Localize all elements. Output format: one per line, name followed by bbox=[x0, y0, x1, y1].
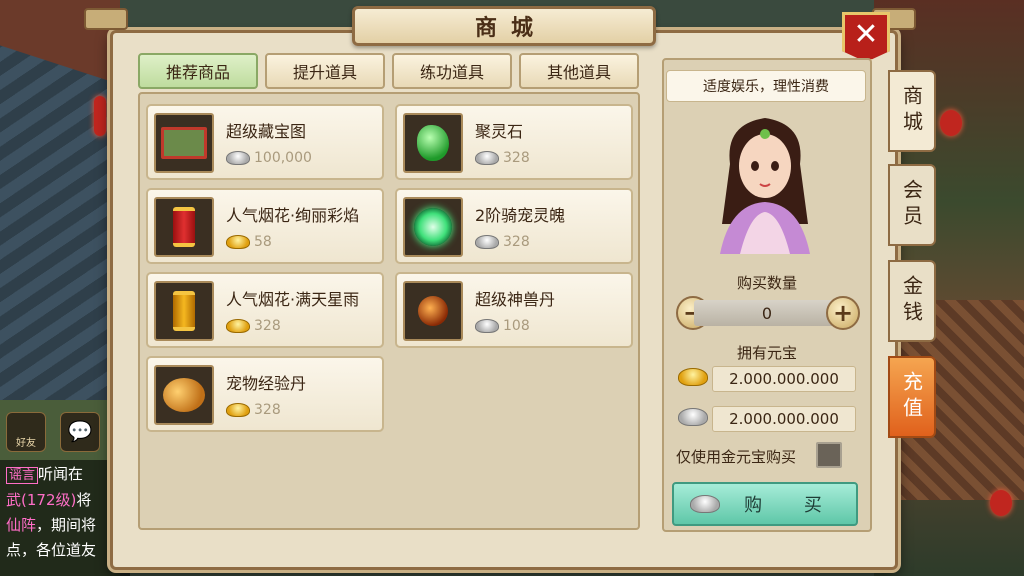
silver-ingot-icon bbox=[475, 235, 499, 249]
silver-ingot-icon bbox=[475, 151, 499, 165]
treasure-map-icon bbox=[161, 127, 207, 159]
gold-firework-icon bbox=[173, 291, 195, 331]
chat-button[interactable]: 💬 bbox=[60, 412, 100, 452]
increase-quantity-button[interactable]: + bbox=[826, 296, 860, 330]
red-firework-icon bbox=[173, 207, 195, 247]
item-price: 328 bbox=[475, 150, 530, 166]
gold-only-label: 仅使用金元宝购买 bbox=[676, 448, 797, 466]
item-thumbnail bbox=[403, 281, 463, 341]
chat-line: 武(172级)将 bbox=[6, 491, 92, 509]
balance-label: 拥有元宝 bbox=[736, 344, 797, 362]
silver-ingot-icon bbox=[226, 151, 250, 165]
green-orb-icon bbox=[414, 208, 452, 246]
quantity-value: 0 bbox=[761, 303, 773, 323]
shop-item[interactable]: 人气烟花·绚丽彩焰 58 bbox=[146, 188, 384, 264]
shop-item[interactable]: 2阶骑宠灵魄 328 bbox=[395, 188, 633, 264]
chat-line: 点，各位道友 bbox=[6, 541, 97, 559]
tab-training-items[interactable]: 练功道具 bbox=[392, 53, 512, 89]
side-tab-money[interactable]: 金钱 bbox=[888, 260, 936, 342]
tab-other-items[interactable]: 其他道具 bbox=[519, 53, 639, 89]
item-name: 聚灵石 bbox=[475, 122, 524, 141]
speech-bubble-icon: 💬 bbox=[67, 419, 93, 443]
silver-ingot-icon bbox=[678, 408, 708, 426]
item-thumbnail bbox=[154, 365, 214, 425]
npc-girl-icon bbox=[720, 118, 810, 254]
lantern-icon bbox=[940, 110, 962, 136]
close-icon: ✕ bbox=[853, 17, 879, 52]
silver-ingot-icon bbox=[690, 495, 721, 513]
shop-item[interactable]: 宠物经验丹 328 bbox=[146, 356, 384, 432]
gold-only-checkbox[interactable] bbox=[816, 442, 842, 468]
shop-item[interactable]: 聚灵石 328 bbox=[395, 104, 633, 180]
item-thumbnail bbox=[154, 197, 214, 257]
item-name: 超级藏宝图 bbox=[226, 122, 307, 141]
friends-button[interactable]: 好友 bbox=[6, 412, 46, 452]
tab-recommended[interactable]: 推荐商品 bbox=[138, 53, 258, 89]
gold-ingot-icon bbox=[226, 403, 250, 417]
buy-button[interactable]: 购 买 bbox=[672, 482, 858, 526]
tassel-icon bbox=[94, 96, 106, 136]
chat-line: 谣言 听闻在 bbox=[6, 462, 124, 488]
buy-button-label: 购 买 bbox=[744, 495, 840, 516]
beast-pill-icon bbox=[418, 296, 448, 326]
item-price: 328 bbox=[226, 318, 281, 334]
item-name: 人气烟花·绚丽彩焰 bbox=[226, 206, 360, 225]
gold-ingot-add-icon bbox=[678, 368, 712, 390]
item-price: 58 bbox=[226, 234, 272, 250]
friends-label: 好友 bbox=[16, 438, 36, 449]
window-title-plate: 商城 bbox=[352, 6, 656, 46]
silver-ingot-icon bbox=[475, 319, 499, 333]
item-price: 108 bbox=[475, 318, 530, 334]
item-thumbnail bbox=[403, 113, 463, 173]
item-price: 328 bbox=[226, 402, 281, 418]
silver-balance: 2.000.000.000 bbox=[712, 406, 856, 432]
lantern-icon bbox=[990, 490, 1012, 516]
item-thumbnail bbox=[154, 281, 214, 341]
quantity-label: 购买数量 bbox=[736, 274, 797, 292]
item-name: 人气烟花·满天星雨 bbox=[226, 290, 360, 309]
item-price: 328 bbox=[475, 234, 530, 250]
gold-ingot-icon bbox=[226, 235, 250, 249]
plus-icon: + bbox=[832, 299, 854, 327]
item-thumbnail bbox=[403, 197, 463, 257]
side-tab-shop[interactable]: 商城 bbox=[888, 70, 936, 152]
gold-balance: 2.000.000.000 bbox=[712, 366, 856, 392]
rumor-tag: 谣言 bbox=[6, 467, 39, 484]
item-name: 宠物经验丹 bbox=[226, 374, 307, 393]
quantity-stepper[interactable]: 0 bbox=[694, 300, 840, 326]
category-tabs: 推荐商品 提升道具 练功道具 其他道具 bbox=[138, 53, 639, 89]
silver-ingot-balance-icon bbox=[678, 408, 712, 430]
item-name: 超级神兽丹 bbox=[475, 290, 556, 309]
window-title: 商城 bbox=[474, 16, 547, 41]
item-name: 2阶骑宠灵魄 bbox=[475, 206, 566, 225]
green-stone-icon bbox=[417, 125, 449, 161]
shop-item[interactable]: 超级藏宝图 100,000 bbox=[146, 104, 384, 180]
tab-upgrade-items[interactable]: 提升道具 bbox=[265, 53, 385, 89]
chat-line: 仙阵，期间将 bbox=[6, 516, 97, 534]
npc-portrait bbox=[700, 104, 830, 254]
shop-item[interactable]: 人气烟花·满天星雨 328 bbox=[146, 272, 384, 348]
item-thumbnail bbox=[154, 113, 214, 173]
side-tab-recharge[interactable]: 充值 bbox=[888, 356, 936, 438]
shop-item[interactable]: 超级神兽丹 108 bbox=[395, 272, 633, 348]
motto-banner: 适度娱乐，理性消费 bbox=[666, 70, 866, 102]
side-tab-membership[interactable]: 会员 bbox=[888, 164, 936, 246]
panel-corner-ornament bbox=[84, 8, 128, 30]
pet-exp-pill-icon bbox=[163, 378, 205, 412]
gold-ingot-icon bbox=[226, 319, 250, 333]
gold-ingot-icon bbox=[678, 368, 708, 386]
item-price: 100,000 bbox=[226, 150, 312, 166]
chat-shortcuts: 好友 💬 bbox=[6, 412, 100, 452]
